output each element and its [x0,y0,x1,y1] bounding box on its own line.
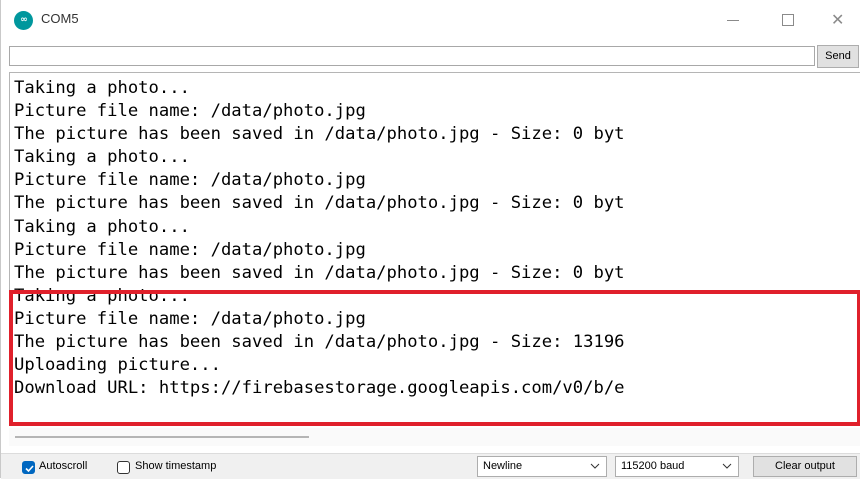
console-line: Download URL: https://firebasestorage.go… [14,378,625,399]
console-line: The picture has been saved in /data/phot… [14,124,625,145]
console-line: The picture has been saved in /data/phot… [14,193,625,214]
close-button[interactable]: ✕ [819,6,859,34]
console-line: Picture file name: /data/photo.jpg [14,239,366,260]
close-icon: ✕ [831,10,845,29]
clear-output-button[interactable]: Clear output [753,456,857,477]
window-title: COM5 [41,11,79,26]
console-line: Picture file name: /data/photo.jpg [14,308,366,329]
baud-rate-select[interactable]: 115200 baud [615,456,739,477]
output-lines: Taking a photo... Picture file name: /dat… [14,77,860,400]
line-ending-select[interactable]: Newline [477,456,607,477]
console-line: Uploading picture... [14,355,221,376]
arduino-icon: ∞ [14,11,33,30]
chevron-down-icon [722,463,732,469]
maximize-button[interactable] [767,6,807,34]
serial-input-field[interactable] [9,46,815,66]
console-line: Taking a photo... [14,285,190,306]
serial-output-area[interactable]: Taking a photo... Picture file name: /dat… [9,72,860,423]
show-timestamp-label: Show timestamp [135,460,217,472]
console-line: The picture has been saved in /data/phot… [14,262,625,283]
status-bar: Autoscroll Show timestamp Newline 115200… [1,453,860,479]
console-line: Picture file name: /data/photo.jpg [14,101,366,122]
console-line: Taking a photo... [14,216,190,237]
horizontal-scrollbar-thumb[interactable] [15,436,309,438]
console-line: Taking a photo... [14,78,190,98]
send-button[interactable]: Send [817,45,859,68]
checkmark-icon [25,465,34,473]
console-line: Taking a photo... [14,147,190,168]
show-timestamp-checkbox[interactable] [117,461,130,474]
baud-rate-value: 115200 baud [621,460,685,472]
console-line: Picture file name: /data/photo.jpg [14,170,366,191]
chevron-down-icon [590,463,600,469]
autoscroll-checkbox[interactable] [22,461,35,474]
minimize-icon [727,20,739,21]
autoscroll-label: Autoscroll [39,460,88,472]
serial-monitor-window: ∞ COM5 ✕ Send Taking a photo... Picture f… [0,0,860,479]
maximize-icon [782,14,794,26]
line-ending-value: Newline [483,460,523,472]
title-bar: ∞ COM5 ✕ [1,0,860,40]
console-line: The picture has been saved in /data/phot… [14,332,625,353]
minimize-button[interactable] [713,6,753,34]
